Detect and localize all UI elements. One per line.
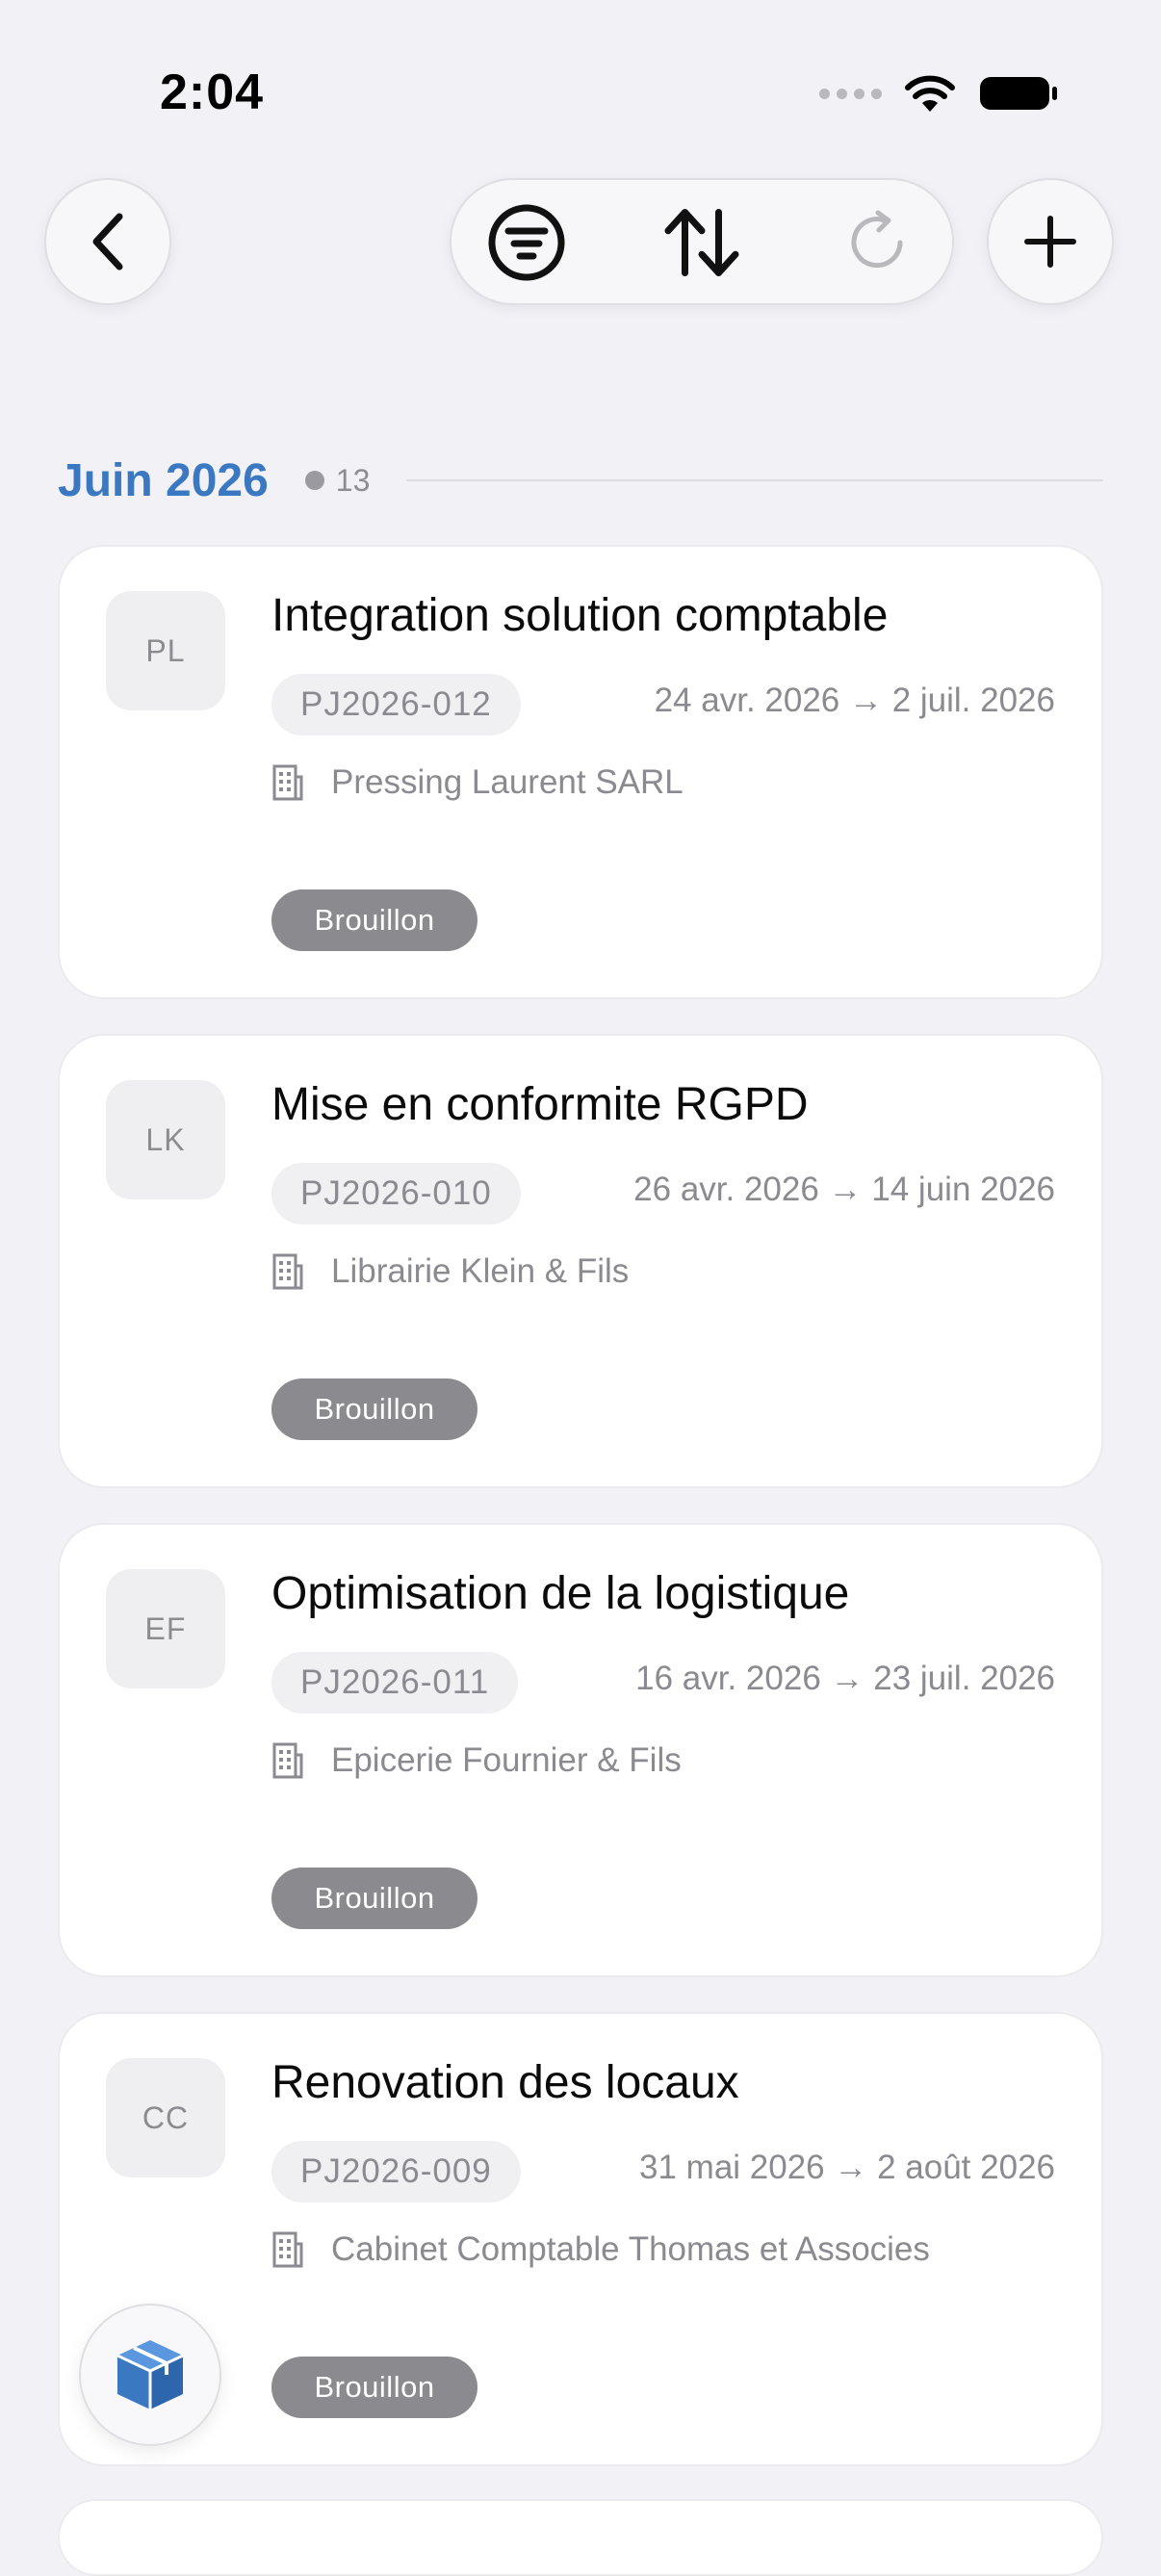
project-title: Mise en conformite RGPD (271, 1079, 809, 1130)
modules-fab-button[interactable] (79, 2304, 221, 2446)
sort-button[interactable] (661, 202, 742, 283)
client-name: Cabinet Comptable Thomas et Associes (331, 2230, 930, 2268)
project-title: Integration solution comptable (271, 590, 889, 641)
client-avatar: PL (106, 591, 225, 710)
project-card[interactable]: EF Optimisation de la logistique PJ2026-… (58, 1523, 1103, 1977)
project-reference: PJ2026-009 (271, 2141, 521, 2202)
filter-icon (488, 204, 565, 281)
cube-icon (116, 2340, 184, 2409)
project-reference: PJ2026-011 (271, 1652, 519, 1713)
section-count-value: 13 (335, 462, 371, 498)
count-dot-icon (304, 471, 324, 490)
project-client: Librairie Klein & Fils (271, 1248, 629, 1296)
status-icons (819, 69, 1059, 117)
project-card[interactable]: PL Integration solution comptable PJ2026… (58, 545, 1103, 999)
project-dates: 31 mai 2026 → 2 août 2026 (639, 2149, 1055, 2186)
sort-arrows-icon (664, 209, 739, 276)
status-badge: Brouillon (271, 1868, 477, 1929)
status-badge: Brouillon (271, 2357, 477, 2418)
building-icon (272, 764, 303, 801)
section-title: Juin 2026 (58, 454, 269, 506)
project-title: Renovation des locaux (271, 2057, 739, 2108)
plus-icon (1024, 216, 1076, 268)
project-reference: PJ2026-010 (271, 1163, 521, 1224)
refresh-button[interactable] (837, 202, 917, 283)
building-icon (272, 1253, 303, 1290)
project-title: Optimisation de la logistique (271, 1568, 850, 1619)
project-dates: 24 avr. 2026 → 2 juil. 2026 (654, 682, 1055, 719)
section-count: 13 (304, 462, 371, 499)
refresh-icon (851, 210, 903, 269)
section-divider (406, 479, 1103, 481)
filter-button[interactable] (486, 202, 567, 283)
chevron-left-icon (92, 213, 123, 270)
project-client: Pressing Laurent SARL (271, 759, 684, 807)
project-reference: PJ2026-012 (271, 674, 521, 735)
toolbar-actions-group (450, 178, 954, 305)
building-icon (272, 2231, 303, 2268)
project-card-partial[interactable] (58, 2499, 1103, 2576)
building-icon (272, 1742, 303, 1779)
client-avatar: LK (106, 1080, 225, 1199)
month-section-header: Juin 2026 13 (58, 449, 1103, 512)
project-dates: 26 avr. 2026 → 14 juin 2026 (633, 1171, 1055, 1208)
client-avatar: CC (106, 2058, 225, 2177)
add-project-button[interactable] (987, 178, 1114, 305)
client-name: Librairie Klein & Fils (331, 1252, 630, 1290)
status-badge: Brouillon (271, 1378, 477, 1440)
cellular-signal-icon (819, 88, 882, 99)
project-dates: 16 avr. 2026 → 23 juil. 2026 (635, 1660, 1055, 1697)
back-button[interactable] (44, 178, 171, 305)
client-name: Pressing Laurent SARL (331, 763, 684, 801)
status-badge: Brouillon (271, 889, 477, 951)
project-card[interactable]: LK Mise en conformite RGPD PJ2026-010 26… (58, 1034, 1103, 1488)
project-client: Epicerie Fournier & Fils (271, 1737, 682, 1785)
client-name: Epicerie Fournier & Fils (331, 1741, 682, 1779)
client-avatar: EF (106, 1569, 225, 1688)
project-client: Cabinet Comptable Thomas et Associes (271, 2226, 930, 2274)
status-bar: 2:04 (0, 0, 1161, 183)
status-time: 2:04 (160, 64, 265, 120)
wifi-icon (905, 75, 955, 112)
battery-icon (980, 77, 1057, 110)
